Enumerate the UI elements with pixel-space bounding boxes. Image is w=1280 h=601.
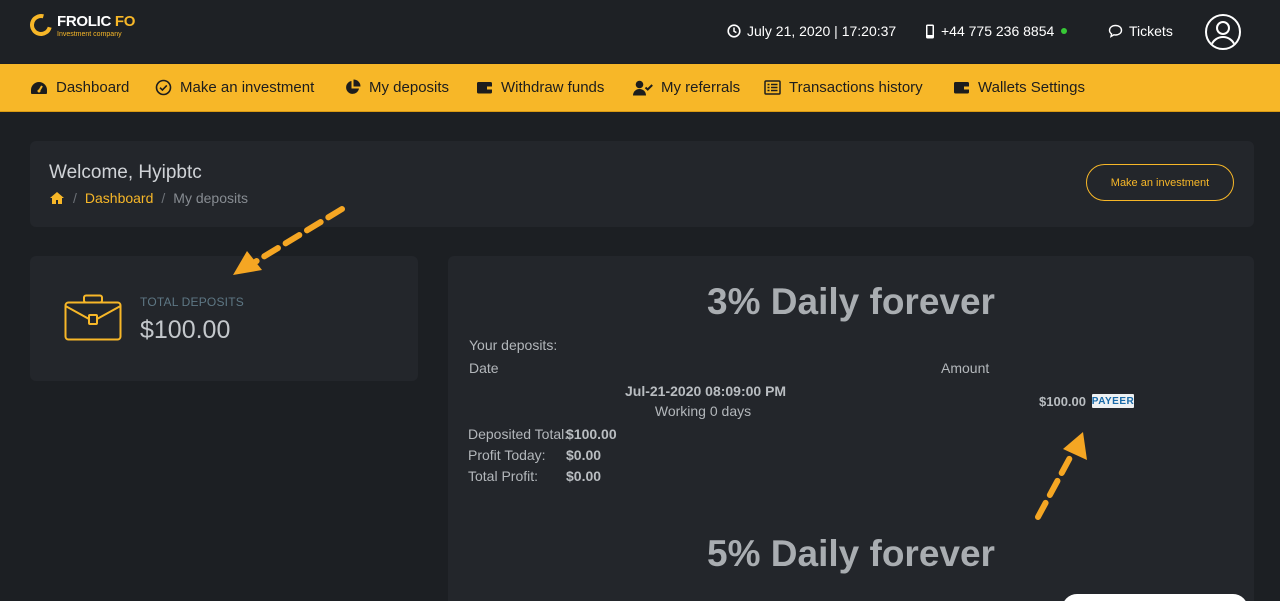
nav-item-withdraw-funds[interactable]: Withdraw funds — [476, 79, 604, 96]
briefcase-icon — [64, 294, 122, 341]
user-icon — [1210, 21, 1236, 47]
user-check-icon — [633, 80, 653, 95]
nav-item-dashboard[interactable]: Dashboard — [30, 79, 129, 96]
tickets-label: Tickets — [1129, 23, 1173, 39]
online-status-dot — [1061, 28, 1068, 34]
tickets-link[interactable]: Tickets — [1108, 22, 1173, 40]
phone-icon — [926, 24, 934, 38]
total-deposits-value: $100.00 — [140, 316, 231, 344]
logo-mark-icon — [25, 9, 57, 41]
plan-title: 5% Daily forever — [707, 533, 995, 574]
breadcrumb-current: My deposits — [173, 190, 248, 206]
deposit-plans-card: 3% Daily forever Your deposits: Date Amo… — [448, 256, 1254, 601]
datetime-text: July 21, 2020 | 17:20:37 — [747, 23, 897, 39]
deposited-total-label: Deposited Total: — [468, 426, 569, 442]
chat-widget-button[interactable] — [1062, 594, 1248, 601]
check-circle-icon — [155, 79, 172, 96]
nav-item-transactions-history[interactable]: Transactions history — [764, 79, 923, 96]
deposited-total-value: $100.00 — [566, 426, 617, 442]
phone-display[interactable]: +44 775 236 8854 — [925, 22, 1068, 40]
pie-chart-icon — [346, 79, 361, 94]
total-profit-value: $0.00 — [566, 468, 602, 484]
nav-item-my-deposits[interactable]: My deposits — [344, 79, 449, 96]
deposit-date: Jul-21-2020 08:09:00 PM — [625, 383, 787, 399]
total-profit-label: Total Profit: — [468, 468, 539, 484]
your-deposits-label: Your deposits: — [469, 337, 558, 353]
chat-bubble-icon — [1108, 24, 1123, 38]
wallet-icon — [954, 82, 969, 94]
wallet-icon — [477, 82, 492, 94]
make-investment-button[interactable]: Make an investment — [1086, 164, 1234, 201]
amount-column-header: Amount — [941, 360, 990, 376]
clock-icon — [727, 24, 741, 38]
dashboard-icon — [31, 81, 47, 94]
datetime-display: July 21, 2020 | 17:20:37 — [727, 22, 896, 40]
total-deposits-card: TOTAL DEPOSITS $100.00 — [30, 256, 418, 381]
deposit-amount: $100.00 — [1039, 394, 1086, 409]
user-avatar[interactable] — [1205, 14, 1241, 50]
logo-name: FROLIC FO — [57, 13, 136, 30]
breadcrumb-separator: / — [161, 190, 166, 206]
list-icon — [764, 80, 781, 95]
profit-today-label: Profit Today: — [468, 447, 546, 463]
top-bar: FROLIC FO Investment company July 21, 20… — [0, 0, 1280, 63]
nav-item-my-referrals[interactable]: My referrals — [633, 79, 740, 96]
phone-number: +44 775 236 8854 — [941, 23, 1055, 39]
breadcrumb-separator: / — [73, 190, 77, 206]
logo-tagline: Investment company — [57, 31, 122, 38]
profit-today-value: $0.00 — [566, 447, 602, 463]
breadcrumb: / Dashboard / My deposits — [49, 190, 248, 206]
deposit-working-days: Working 0 days — [654, 403, 752, 419]
date-column-header: Date — [469, 360, 499, 376]
welcome-card: Welcome, Hyipbtc / Dashboard / My deposi… — [30, 141, 1254, 227]
total-deposits-label: TOTAL DEPOSITS — [140, 295, 244, 309]
payeer-badge: PAYEER — [1091, 394, 1135, 408]
logo[interactable]: FROLIC FO Investment company — [25, 9, 136, 41]
main-nav: Dashboard Make an investment My deposits… — [0, 64, 1280, 112]
home-icon[interactable] — [49, 191, 65, 205]
plan-title: 3% Daily forever — [707, 281, 995, 322]
nav-item-make-investment[interactable]: Make an investment — [155, 79, 314, 96]
nav-item-wallets-settings[interactable]: Wallets Settings — [953, 79, 1085, 96]
page-title: Welcome, Hyipbtc — [49, 162, 202, 183]
breadcrumb-dashboard-link[interactable]: Dashboard — [85, 190, 154, 206]
